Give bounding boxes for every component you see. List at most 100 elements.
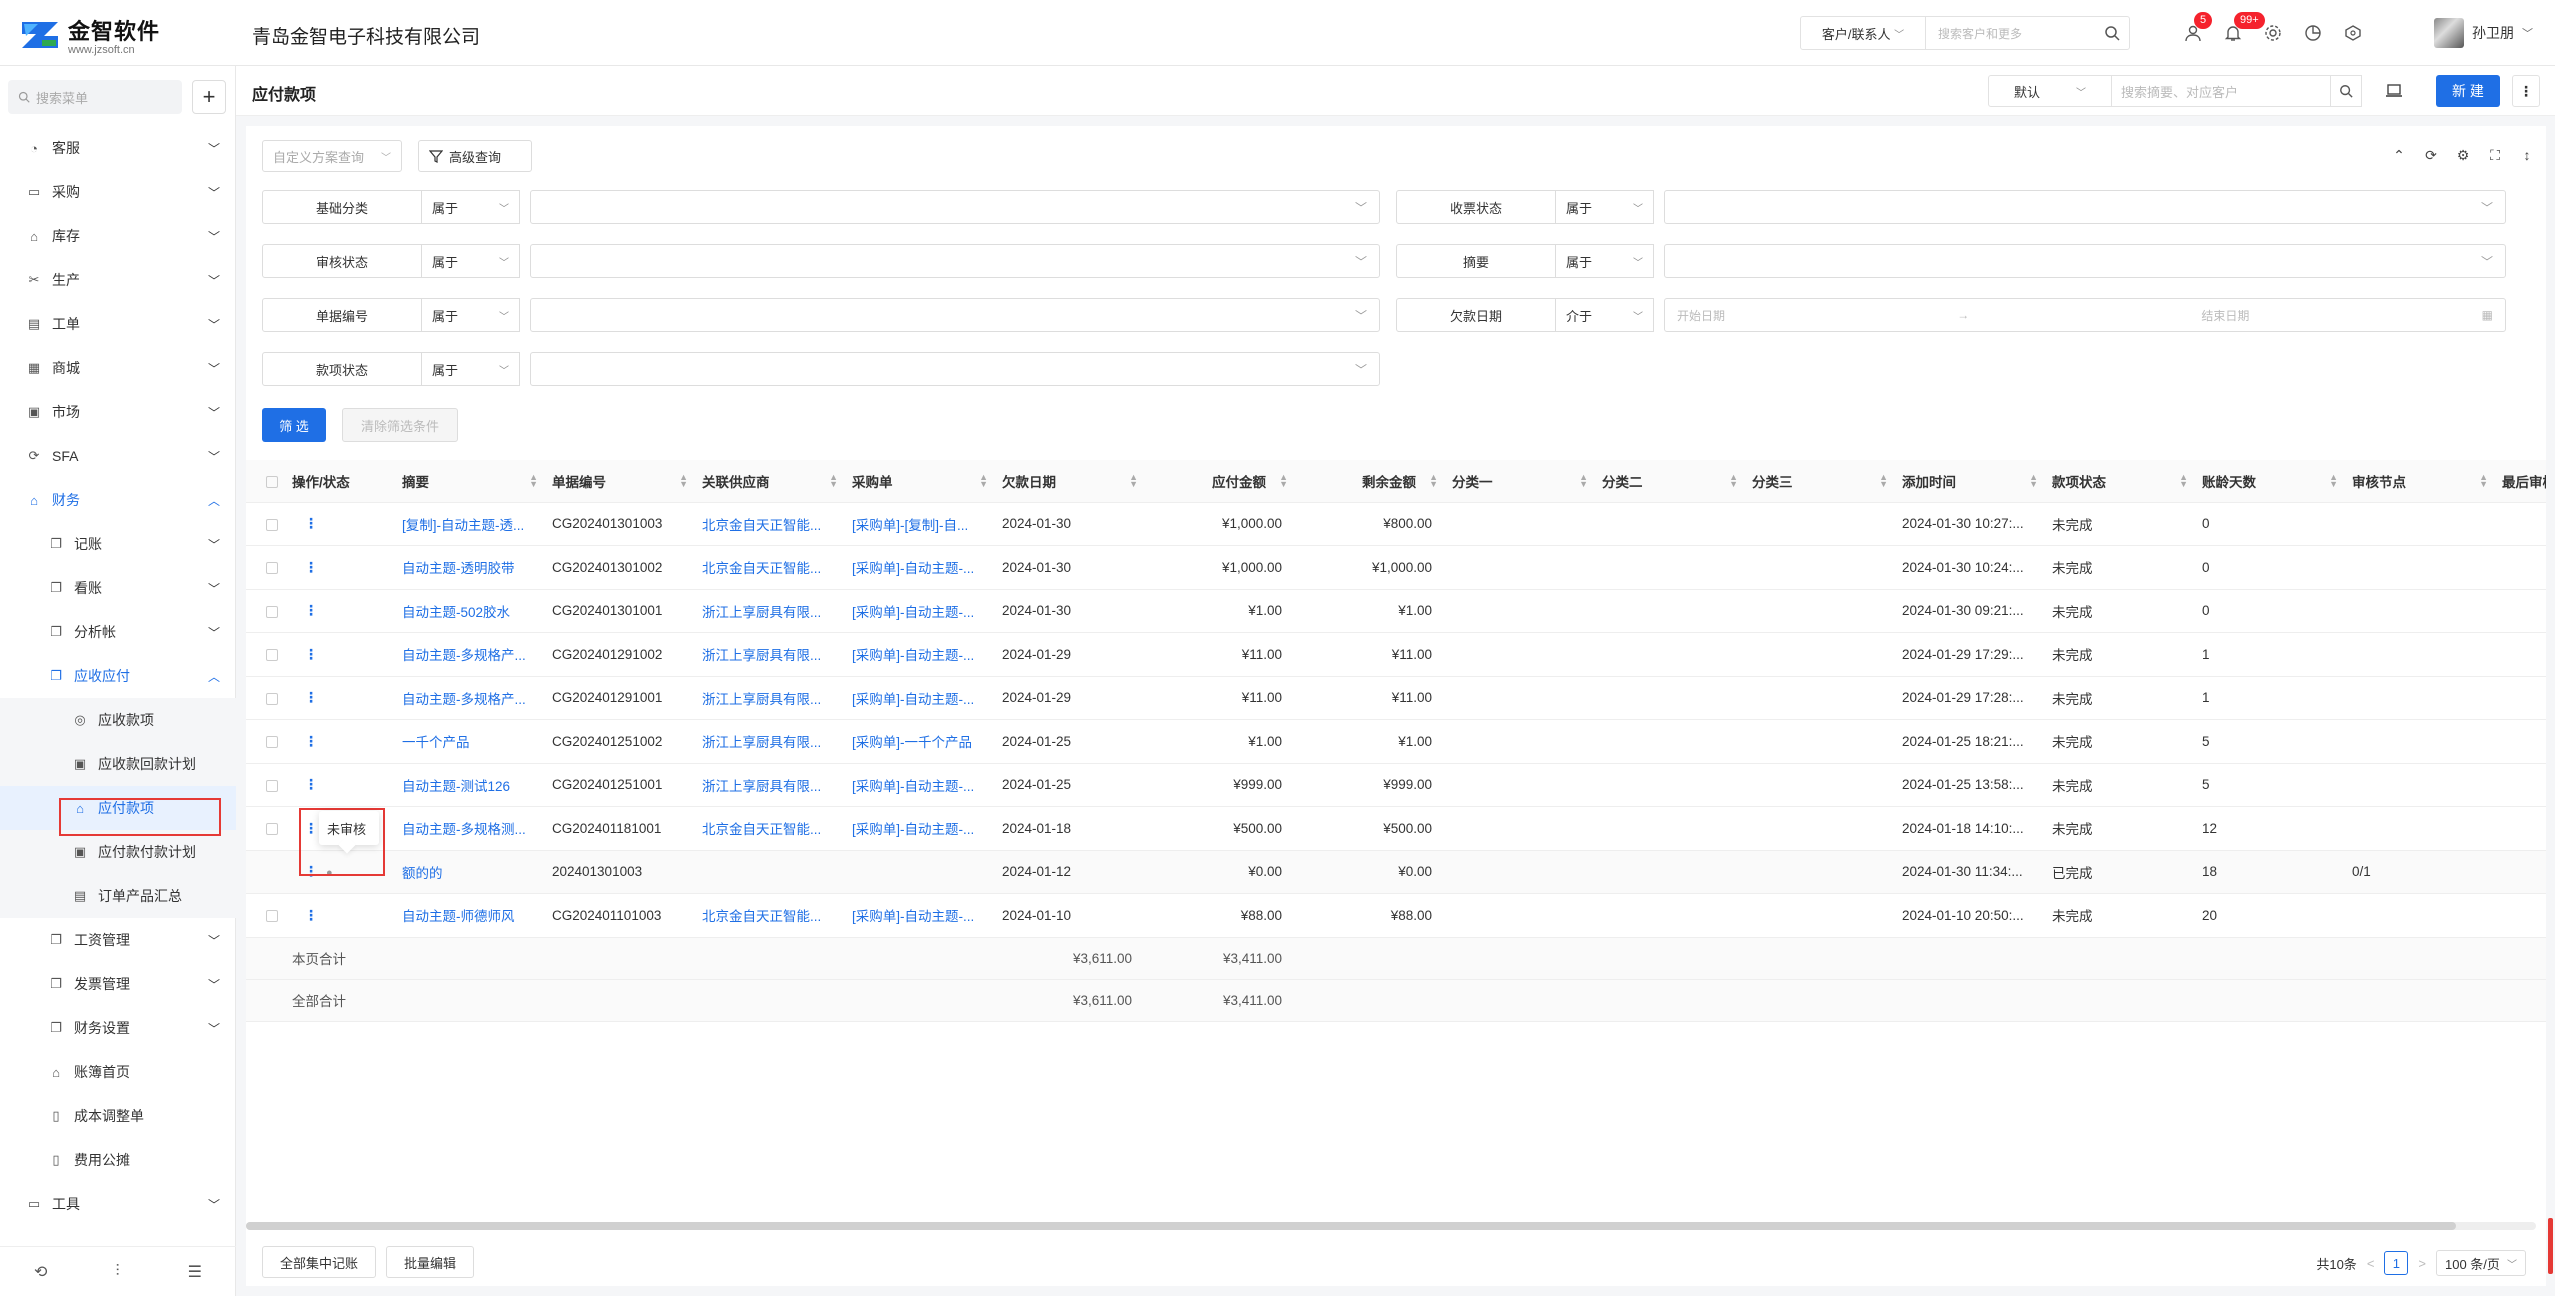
settings-icon[interactable]: ⚙ <box>2454 146 2472 164</box>
supplier-cell[interactable]: 浙江上享厨具有限... <box>696 589 846 633</box>
supplier-cell[interactable]: 浙江上享厨具有限... <box>696 632 846 677</box>
supplier-cell[interactable]: 浙江上享厨具有限... <box>696 719 846 764</box>
sort-icon[interactable]: ▲ ▼ <box>1279 473 1288 489</box>
fullscreen-icon[interactable]: ⛶ <box>2486 146 2504 164</box>
column-header[interactable]: 添加时间 ▲ ▼ <box>1896 460 2046 503</box>
sidebar-item-finance[interactable]: ⌂ 财务 ︿ <box>0 478 236 522</box>
sidebar-item-view-accounts[interactable]: ❐ 看账 ﹀ <box>0 566 236 610</box>
table-row[interactable]: ⋮ 自动主题-多规格测... CG202401181001 北京金自天正智能... [采… <box>246 806 2546 851</box>
purchase-order-cell[interactable]: [采购单]-[复制]-自... <box>846 502 996 546</box>
more-actions-icon[interactable]: ⋮ <box>292 863 318 879</box>
menu-search-input[interactable]: 搜索菜单 <box>8 80 182 114</box>
advanced-query-button[interactable]: 高级查询 <box>418 140 532 172</box>
row-checkbox[interactable] <box>266 823 278 836</box>
sort-icon[interactable]: ▲ ▼ <box>1729 473 1738 489</box>
filter-button[interactable]: 筛 选 <box>262 408 326 442</box>
supplier-cell[interactable]: 浙江上享厨具有限... <box>696 763 846 807</box>
sidebar-item-invoice[interactable]: ❐ 发票管理 ﹀ <box>0 962 236 1006</box>
bulk-edit-button[interactable]: 批量编辑 <box>386 1246 474 1278</box>
select-cell[interactable] <box>246 632 286 677</box>
start-date-placeholder[interactable]: 开始日期 <box>1677 307 1725 324</box>
column-header[interactable]: 账龄天数 ▲ ▼ <box>2196 460 2346 503</box>
sidebar-item-inventory[interactable]: ⌂ 库存 ﹀ <box>0 214 236 258</box>
pie-chart-icon[interactable] <box>2300 20 2326 46</box>
row-checkbox[interactable] <box>266 779 278 792</box>
sidebar-item-purchase[interactable]: ▭ 采购 ﹀ <box>0 170 236 214</box>
purchase-order-cell[interactable]: [采购单]-自动主题-... <box>846 545 996 590</box>
summary-cell[interactable]: 自动主题-多规格测... <box>396 806 546 851</box>
more-actions-icon[interactable]: ⋮ <box>292 646 318 662</box>
summary-cell[interactable]: 自动主题-502胶水 <box>396 589 546 633</box>
column-header[interactable]: 关联供应商 ▲ ▼ <box>696 460 846 503</box>
sidebar-item-cost-adjust[interactable]: ▯ 成本调整单 <box>0 1094 236 1138</box>
page-search-input[interactable]: 搜索摘要、对应客户 <box>2111 75 2331 107</box>
filter-settings-icon[interactable]: ⫶ <box>116 1263 120 1281</box>
sort-icon[interactable]: ▲ ▼ <box>1579 473 1588 489</box>
sidebar-item-tools[interactable]: ▭ 工具 ﹀ <box>0 1182 236 1226</box>
more-actions-icon[interactable]: ⋮ <box>292 689 318 705</box>
filter-operator-select[interactable]: 属于 ﹀ <box>422 190 520 224</box>
purchase-order-cell[interactable] <box>846 850 996 894</box>
filter-operator-select[interactable]: 属于 ﹀ <box>1556 244 1654 278</box>
bell-icon[interactable]: 99+ <box>2220 12 2265 46</box>
search-scope-select[interactable]: 客户/联系人 ﹀ <box>1801 17 1926 49</box>
column-header[interactable]: 分类二 ▲ ▼ <box>1596 460 1746 503</box>
table-row[interactable]: ⋮ 自动主题-师德师风 CG202401101003 北京金自天正智能... [采购单]… <box>246 893 2546 938</box>
row-height-icon[interactable]: ↕ <box>2518 146 2536 164</box>
supplier-cell[interactable]: 北京金自天正智能... <box>696 545 846 590</box>
supplier-cell[interactable]: 北京金自天正智能... <box>696 893 846 938</box>
filter-operator-select[interactable]: 属于 ﹀ <box>422 244 520 278</box>
more-actions-icon[interactable]: ⋮ <box>292 907 318 923</box>
scrollbar-thumb[interactable] <box>246 1222 2456 1230</box>
sidebar-item-receivables[interactable]: ◎ 应收款项 <box>0 698 236 742</box>
sidebar-item-payable-plan[interactable]: ▣ 应付款付款计划 <box>0 830 236 874</box>
global-search-input[interactable]: 搜索客户和更多 <box>1926 25 2095 42</box>
sort-icon[interactable]: ▲ ▼ <box>1879 473 1888 489</box>
more-actions-icon[interactable]: ⋮ <box>292 733 318 749</box>
table-row[interactable]: ⋮ 一千个产品 CG202401251002 浙江上享厨具有限... [采购单]-一千个… <box>246 719 2546 764</box>
sort-icon[interactable]: ▲ ▼ <box>979 473 988 489</box>
row-actions[interactable]: ⋮ <box>286 545 396 590</box>
supplier-cell[interactable]: 浙江上享厨具有限... <box>696 676 846 720</box>
sidebar-item-analysis[interactable]: ❐ 分析帐 ﹀ <box>0 610 236 654</box>
more-actions-icon[interactable]: ⋮ <box>292 820 318 836</box>
contacts-icon[interactable]: 5 <box>2180 12 2213 46</box>
column-header[interactable]: 单据编号 ▲ ▼ <box>546 460 696 503</box>
filter-operator-select[interactable]: 属于 ﹀ <box>422 298 520 332</box>
row-actions[interactable]: ⋮ <box>286 893 396 938</box>
user-menu[interactable]: 孙卫朋 ﹀ <box>2434 18 2533 48</box>
end-date-placeholder[interactable]: 结束日期 <box>2201 307 2249 324</box>
row-checkbox[interactable] <box>266 910 278 923</box>
sort-icon[interactable]: ▲ ▼ <box>529 473 538 489</box>
new-button[interactable]: 新 建 <box>2436 75 2500 107</box>
filter-value-select[interactable]: ﹀ <box>530 190 1380 224</box>
supplier-cell[interactable]: 北京金自天正智能... <box>696 502 846 546</box>
logo[interactable]: 金智软件 www.jzsoft.cn <box>18 14 160 56</box>
row-actions[interactable]: ⋮ ● <box>286 850 396 894</box>
column-header[interactable]: 欠款日期 ▲ ▼ <box>996 460 1146 503</box>
sidebar-item-finance-settings[interactable]: ❐ 财务设置 ﹀ <box>0 1006 236 1050</box>
search-icon[interactable] <box>2095 25 2129 41</box>
sidebar-item-order-product-summary[interactable]: ▤ 订单产品汇总 <box>0 874 236 918</box>
table-row[interactable]: ⋮ 自动主题-多规格产... CG202401291002 浙江上享厨具有限... [采… <box>246 632 2546 677</box>
select-cell[interactable] <box>246 676 286 720</box>
row-checkbox[interactable] <box>266 649 278 662</box>
next-page-icon[interactable]: > <box>2418 1256 2426 1271</box>
more-actions-icon[interactable]: ⋮ <box>292 602 318 618</box>
sidebar-item-work-order[interactable]: ▤ 工单 ﹀ <box>0 302 236 346</box>
summary-cell[interactable]: 自动主题-透明胶带 <box>396 545 546 590</box>
gear-icon[interactable] <box>2260 20 2286 46</box>
purchase-order-cell[interactable]: [采购单]-自动主题-... <box>846 763 996 807</box>
select-cell[interactable] <box>246 502 286 546</box>
collapse-icon[interactable]: ⌃ <box>2390 146 2408 164</box>
column-header[interactable]: 摘要 ▲ ▼ <box>396 460 546 503</box>
row-actions[interactable]: ⋮ <box>286 676 396 720</box>
sort-icon[interactable]: ▲ ▼ <box>2329 473 2338 489</box>
purchase-order-cell[interactable]: [采购单]-自动主题-... <box>846 893 996 938</box>
page-size-select[interactable]: 100 条/页 ﹀ <box>2436 1250 2526 1276</box>
column-header[interactable]: 审核节点 ▲ ▼ <box>2346 460 2496 503</box>
row-actions[interactable]: ⋮ <box>286 632 396 677</box>
custom-query-select[interactable]: 自定义方案查询 ﹀ <box>262 140 402 172</box>
table-row[interactable]: ⋮ ● 额的的 202401301003 2024-01-12 ¥0.00 ¥0.00 202… <box>246 850 2546 894</box>
bulk-post-button[interactable]: 全部集中记账 <box>262 1246 376 1278</box>
